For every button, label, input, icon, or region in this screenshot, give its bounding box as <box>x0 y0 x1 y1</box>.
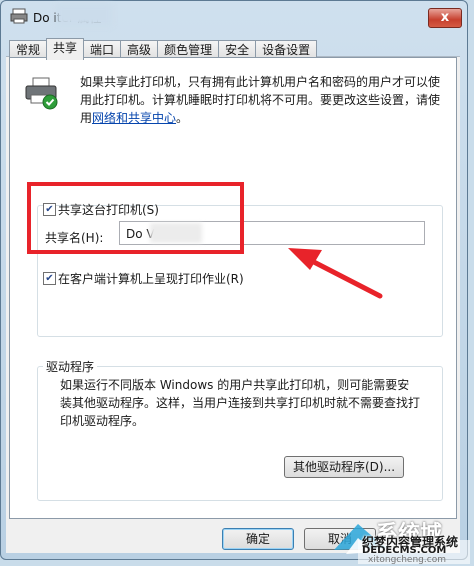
title-redaction <box>56 4 112 26</box>
watermark-url: xitongcheng.com <box>368 555 446 565</box>
drivers-description: 如果运行不同版本 Windows 的用户共享此打印机，则可能需要安装其他驱动程序… <box>60 378 421 428</box>
render-client-checkbox[interactable]: ✔ <box>43 272 56 285</box>
ok-button[interactable]: 确定 <box>222 528 294 550</box>
shared-printer-icon <box>25 77 58 110</box>
render-client-label: 在客户端计算机上呈现打印作业(R) <box>58 272 244 286</box>
additional-drivers-button[interactable]: 其他驱动程序(D)... <box>284 456 404 478</box>
printer-title-icon <box>10 8 28 24</box>
annotation-highlight-box <box>27 182 244 254</box>
network-sharing-center-link[interactable]: 网络和共享中心 <box>92 111 176 125</box>
info-suffix: 。 <box>176 111 189 125</box>
tab-strip: 常规 共享 端口 高级 颜色管理 安全 设备设置 <box>9 38 318 60</box>
drivers-group-title: 驱动程序 <box>43 358 98 375</box>
annotation-arrow-icon <box>288 248 383 299</box>
sharing-info-text: 如果共享此打印机，只有拥有此计算机用户名和密码的用户才可以使用此打印机。计算机睡… <box>80 73 440 127</box>
close-button[interactable]: x <box>428 8 462 28</box>
tab-sharing[interactable]: 共享 <box>46 38 85 60</box>
